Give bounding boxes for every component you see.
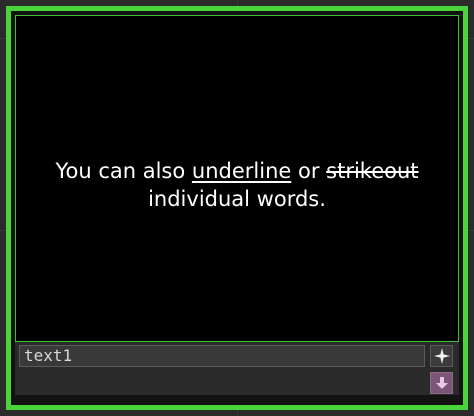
- viewer-text: You can also underline or strikeout indi…: [16, 16, 458, 341]
- text-top-node[interactable]: You can also underline or strikeout indi…: [0, 0, 474, 416]
- text-strikeout: strikeout: [326, 158, 419, 183]
- bypass-flag-button[interactable]: [430, 372, 453, 394]
- viewer-toggle-button[interactable]: [430, 345, 453, 367]
- node-viewer[interactable]: You can also underline or strikeout indi…: [15, 15, 459, 342]
- text-underlined: underline: [191, 158, 292, 183]
- sparkle-icon: [433, 348, 450, 364]
- viewer-text-line-2: individual words.: [148, 186, 326, 211]
- node-name-field[interactable]: text1: [19, 345, 425, 367]
- text-plain: You can also: [55, 158, 192, 183]
- arrow-down-icon: [435, 377, 448, 389]
- text-plain: or: [291, 158, 327, 183]
- viewer-text-line-1: You can also underline or strikeout: [55, 157, 418, 185]
